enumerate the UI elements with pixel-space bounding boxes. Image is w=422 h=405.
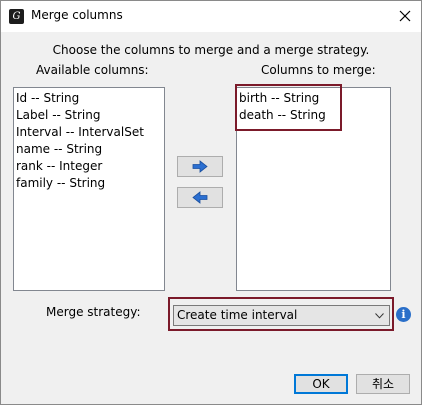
- list-item[interactable]: death -- String: [237, 107, 390, 124]
- arrow-left-icon: [192, 191, 208, 204]
- window-title: Merge columns: [31, 8, 123, 22]
- list-item[interactable]: Id -- String: [14, 90, 164, 107]
- close-button[interactable]: [393, 5, 417, 27]
- available-columns-label: Available columns:: [36, 63, 149, 77]
- info-icon[interactable]: i: [396, 307, 411, 322]
- columns-to-merge-list[interactable]: birth -- String death -- String: [236, 87, 391, 291]
- list-item[interactable]: Label -- String: [14, 107, 164, 124]
- merge-strategy-value: Create time interval: [177, 308, 298, 322]
- list-item[interactable]: family -- String: [14, 175, 164, 192]
- instructions-text: Choose the columns to merge and a merge …: [52, 43, 370, 57]
- add-column-button[interactable]: [177, 156, 223, 177]
- arrow-right-icon: [192, 160, 208, 173]
- list-item[interactable]: birth -- String: [237, 90, 390, 107]
- remove-column-button[interactable]: [177, 187, 223, 208]
- chevron-down-icon: [375, 313, 384, 319]
- cancel-button[interactable]: 취소: [356, 374, 410, 394]
- list-item[interactable]: Interval -- IntervalSet: [14, 124, 164, 141]
- title-bar: G Merge columns: [1, 1, 421, 32]
- list-item[interactable]: rank -- Integer: [14, 158, 164, 175]
- merge-strategy-label: Merge strategy:: [46, 305, 141, 319]
- list-item[interactable]: name -- String: [14, 141, 164, 158]
- ok-button[interactable]: OK: [294, 374, 348, 394]
- close-icon: [399, 10, 411, 22]
- available-columns-list[interactable]: Id -- String Label -- String Interval --…: [13, 87, 165, 291]
- merge-strategy-select[interactable]: Create time interval: [173, 305, 390, 326]
- columns-to-merge-label: Columns to merge:: [261, 63, 376, 77]
- merge-columns-dialog: G Merge columns Choose the columns to me…: [0, 0, 422, 405]
- app-logo-icon: G: [9, 9, 24, 24]
